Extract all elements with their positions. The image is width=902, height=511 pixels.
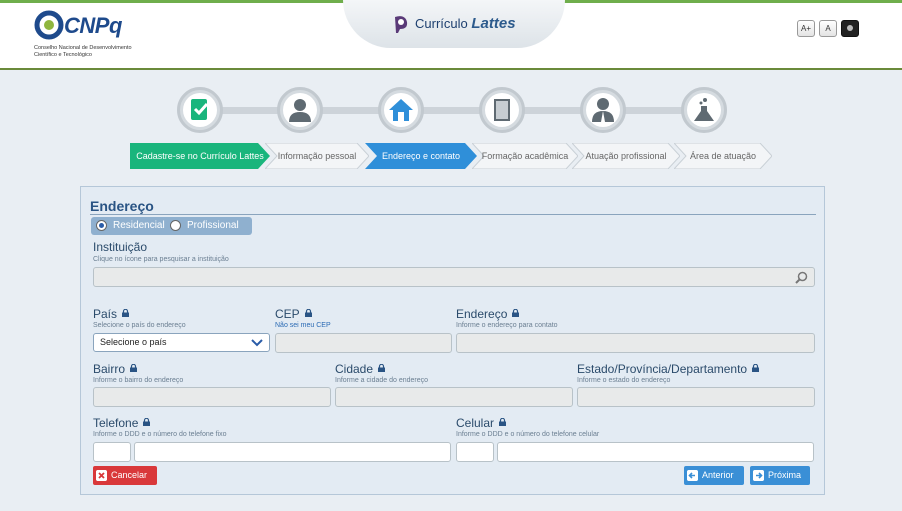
address-type-radio-group: Residencial Profissional [91,217,252,235]
wizard-step-label: Formação acadêmica [481,151,569,161]
arrow-left-icon [687,470,698,481]
lock-icon [752,364,760,372]
cep-label: CEP [275,307,312,321]
lock-icon [304,309,312,317]
wizard-step-label: Cadastre-se no Currículo Lattes [136,151,264,161]
step-icon-cadastro [177,87,223,133]
cep-hint-link[interactable]: Não sei meu CEP [275,322,331,329]
chevron-down-icon [251,339,263,347]
flask-icon [694,98,714,121]
checklist-icon [191,99,209,120]
font-increase-button[interactable]: A+ [797,20,815,37]
step-icon-informacao-pessoal [277,87,323,133]
previous-button[interactable]: Anterior [684,466,744,485]
lock-icon [512,309,520,317]
wizard-step-label: Informação pessoal [277,151,357,161]
lock-icon [499,418,507,426]
estado-label: Estado/Província/Departamento [577,362,760,376]
lock-icon [378,364,386,372]
telefone-number-field[interactable] [134,442,451,462]
pais-selected-value: Selecione o país [100,337,167,347]
wizard-step-area-atuacao[interactable]: Área de atuação [674,143,772,169]
page-header: CNPq Conselho Nacional de Desenvolviment… [0,0,902,70]
wizard-steps: Cadastre-se no Currículo Lattes Informaç… [130,143,772,169]
instituicao-hint: Clique no ícone para pesquisar a institu… [93,256,229,263]
arrow-right-icon [753,470,764,481]
cancel-button-label: Cancelar [111,470,148,480]
lattes-banner[interactable]: Currículo Lattes [343,0,565,48]
professional-icon [592,98,614,122]
telefone-label: Telefone [93,416,151,430]
step-icon-area-atuacao [681,87,727,133]
estado-field[interactable] [577,387,815,407]
radio-profissional[interactable] [170,220,181,231]
bairro-field[interactable] [93,387,331,407]
address-form-panel: Endereço Residencial Profissional Instit… [80,186,825,495]
search-icon[interactable] [795,271,808,284]
estado-hint: Informe o estado do endereço [577,377,671,384]
lattes-name: Lattes [471,15,516,32]
step-icon-endereco [378,87,424,133]
font-reset-button[interactable]: A [819,20,837,37]
cnpq-logo[interactable]: CNPq Conselho Nacional de Desenvolviment… [34,10,144,62]
wizard-step-cadastro[interactable]: Cadastre-se no Currículo Lattes [130,143,270,169]
cnpq-logo-mark-icon [34,10,64,40]
telefone-hint: Informe o DDD e o número do telefone fix… [93,431,227,438]
celular-label: Celular [456,416,507,430]
contrast-icon [847,25,853,31]
cidade-field[interactable] [335,387,573,407]
logo-text: CNPq [64,13,122,38]
radio-profissional-label[interactable]: Profissional [187,220,239,231]
section-divider [90,214,816,215]
radio-residencial-label[interactable]: Residencial [113,220,165,231]
lattes-prefix: Currículo [415,16,468,31]
lock-icon [122,309,130,317]
progress-track [195,107,725,114]
next-button[interactable]: Próxima [750,466,810,485]
endereco-hint: Informe o endereço para contato [456,322,558,329]
cancel-button[interactable]: Cancelar [93,466,157,485]
next-button-label: Próxima [768,470,802,480]
cidade-hint: Informe a cidade do endereço [335,377,429,384]
lattes-title: Currículo Lattes [415,15,516,32]
high-contrast-button[interactable] [841,20,859,37]
person-icon [289,99,311,122]
bairro-label: Bairro [93,362,138,376]
endereco-label: Endereço [456,307,520,321]
home-icon [389,99,413,121]
celular-number-field[interactable] [497,442,814,462]
wizard-step-informacao-pessoal[interactable]: Informação pessoal [265,143,369,169]
step-icon-formacao [479,87,525,133]
previous-button-label: Anterior [702,470,734,480]
wizard-step-label: Endereço e contato [381,151,461,161]
close-icon [96,470,107,481]
instituicao-field[interactable] [93,267,815,287]
pais-hint: Selecione o país do endereço [93,322,186,329]
logo-subtitle: Conselho Nacional de Desenvolvimento Cie… [34,45,132,58]
celular-hint: Informe o DDD e o número do telefone cel… [456,431,600,438]
step-icon-atuacao-profissional [580,87,626,133]
celular-ddd-field[interactable] [456,442,494,462]
bairro-hint: Informe o bairro do endereço [93,377,184,384]
wizard-step-formacao[interactable]: Formação acadêmica [472,143,578,169]
wizard-step-label: Área de atuação [689,151,757,161]
wizard-step-endereco[interactable]: Endereço e contato [365,143,477,169]
endereco-field[interactable] [456,333,815,353]
cidade-label: Cidade [335,362,386,376]
radio-residencial[interactable] [96,220,107,231]
telefone-ddd-field[interactable] [93,442,131,462]
wizard-step-label: Atuação profissional [585,151,667,161]
instituicao-label: Instituição [93,240,148,254]
lattes-logo-icon [395,16,408,33]
section-title: Endereço [90,198,154,214]
book-icon [494,99,510,121]
lock-icon [143,418,151,426]
pais-select[interactable]: Selecione o país [93,333,270,352]
pais-label: País [93,307,130,321]
wizard-step-atuacao-profissional[interactable]: Atuação profissional [572,143,680,169]
lock-icon [130,364,138,372]
cep-field[interactable] [275,333,452,353]
